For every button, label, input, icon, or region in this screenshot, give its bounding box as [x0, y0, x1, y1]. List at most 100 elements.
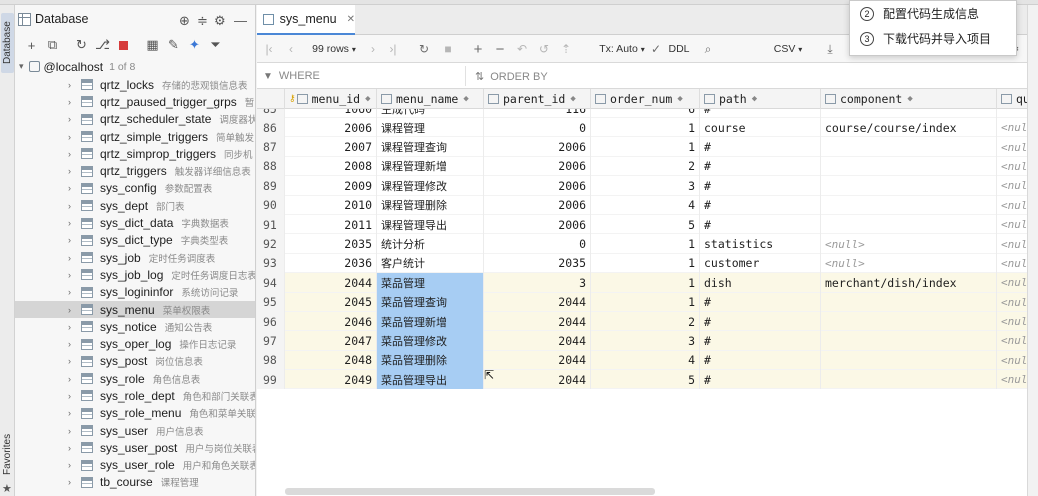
- grid-cell[interactable]: 2006: [484, 176, 591, 196]
- favorites-tool-tab[interactable]: Favorites: [1, 425, 14, 483]
- column-header[interactable]: path ◆: [700, 89, 821, 109]
- table-node[interactable]: › qrtz_locks 存储的悲观锁信息表: [15, 76, 255, 93]
- column-header[interactable]: component ◆: [821, 89, 997, 109]
- grid-cell[interactable]: #: [700, 195, 821, 215]
- grid-cell[interactable]: 2044: [484, 292, 591, 312]
- prev-page-icon[interactable]: ‹: [283, 39, 299, 59]
- grid-cell[interactable]: #: [700, 331, 821, 351]
- delete-row-icon[interactable]: −: [491, 39, 509, 59]
- table-view-icon[interactable]: ▦: [142, 35, 163, 55]
- grid-cell[interactable]: #: [700, 176, 821, 196]
- tx-mode-selector[interactable]: Tx: Auto ▾: [595, 39, 649, 59]
- grid-cell[interactable]: #: [700, 214, 821, 235]
- close-icon[interactable]: ✕: [347, 14, 355, 25]
- grid-cell[interactable]: 3: [591, 331, 700, 351]
- grid-cell[interactable]: [821, 176, 997, 196]
- grid-cell[interactable]: 菜品管理修改: [377, 331, 484, 351]
- refresh-icon[interactable]: ↻: [71, 35, 92, 55]
- rows-selector[interactable]: 99 rows ▾: [305, 39, 363, 59]
- export-format-selector[interactable]: CSV ▾: [771, 39, 805, 59]
- grid-cell[interactable]: 2048: [285, 350, 377, 371]
- grid-cell[interactable]: 2007: [285, 137, 377, 157]
- grid-cell[interactable]: [821, 214, 997, 235]
- table-node[interactable]: › sys_notice 通知公告表: [15, 318, 255, 335]
- search-icon[interactable]: ⌕: [699, 39, 717, 59]
- check-icon[interactable]: ✓: [649, 39, 663, 59]
- grid-cell[interactable]: [821, 156, 997, 177]
- grid-cell[interactable]: 课程管理: [377, 118, 484, 138]
- grid-cell[interactable]: customer: [700, 253, 821, 274]
- grid-cell[interactable]: #: [700, 350, 821, 371]
- table-node[interactable]: › sys_oper_log 操作日志记录: [15, 335, 255, 352]
- grid-cell[interactable]: merchant/dish/index: [821, 273, 997, 293]
- grid-cell[interactable]: 课程管理修改: [377, 176, 484, 196]
- order-by-filter[interactable]: ⇅ ORDER BY: [475, 70, 548, 84]
- grid-cell[interactable]: 2044: [484, 331, 591, 351]
- stop-icon[interactable]: [113, 35, 134, 55]
- grid-cell[interactable]: 2008: [285, 156, 377, 177]
- grid-cell[interactable]: 2006: [484, 214, 591, 235]
- table-row[interactable]: 97 2047 菜品管理修改 2044 3 # <nul: [257, 331, 1038, 351]
- grid-cell[interactable]: 2006: [285, 118, 377, 138]
- grid-cell[interactable]: [821, 350, 997, 371]
- where-filter[interactable]: ▼ WHERE: [263, 70, 320, 82]
- grid-cell[interactable]: <null>: [821, 253, 997, 274]
- edit-icon[interactable]: ✎: [163, 35, 184, 55]
- tab-sys-menu[interactable]: sys_menu ✕: [257, 5, 355, 35]
- grid-cell[interactable]: [821, 311, 997, 332]
- grid-cell[interactable]: #: [700, 311, 821, 332]
- grid-cell[interactable]: 1: [591, 273, 700, 293]
- globe-icon[interactable]: ⊕: [179, 13, 190, 29]
- grid-cell[interactable]: 课程管理删除: [377, 195, 484, 215]
- stop-icon[interactable]: ■: [439, 39, 457, 59]
- grid-cell[interactable]: 1: [591, 118, 700, 138]
- grid-cell[interactable]: course/course/index: [821, 118, 997, 138]
- first-page-icon[interactable]: |‹: [261, 39, 277, 59]
- column-header[interactable]: order_num ◆: [591, 89, 700, 109]
- grid-cell[interactable]: 2: [591, 311, 700, 332]
- grid-cell[interactable]: 2006: [484, 195, 591, 215]
- grid-cell[interactable]: <null>: [821, 234, 997, 254]
- grid-cell[interactable]: 生成代码: [377, 109, 484, 118]
- table-row[interactable]: 98 2048 菜品管理删除 2044 4 # <nul: [257, 350, 1038, 371]
- grid-cell[interactable]: [821, 195, 997, 215]
- grid-cell[interactable]: 课程管理查询: [377, 137, 484, 157]
- grid-cell[interactable]: #: [700, 109, 821, 118]
- grid-cell[interactable]: [821, 370, 997, 390]
- refresh-icon[interactable]: ↻: [415, 39, 433, 59]
- table-row[interactable]: 95 2045 菜品管理查询 2044 1 # <nul: [257, 292, 1038, 312]
- table-node[interactable]: › sys_user_role 用户和角色关联表: [15, 457, 255, 474]
- grid-cell[interactable]: #: [700, 292, 821, 312]
- grid-cell[interactable]: 1060: [285, 109, 377, 118]
- grid-cell[interactable]: #: [700, 156, 821, 177]
- grid-cell[interactable]: 0: [484, 118, 591, 138]
- jump-icon[interactable]: ✦: [184, 35, 205, 55]
- table-row[interactable]: 86 2006 课程管理 0 1 course course/course/index <nu…: [257, 118, 1038, 138]
- grid-cell[interactable]: 6: [591, 109, 700, 118]
- table-node[interactable]: › sys_user_post 用户与岗位关联表: [15, 439, 255, 456]
- grid-cell[interactable]: [821, 292, 997, 312]
- grid-cell[interactable]: 课程管理导出: [377, 214, 484, 235]
- table-row[interactable]: 90 2010 课程管理删除 2006 4 # <nul: [257, 195, 1038, 215]
- table-node[interactable]: › sys_dict_type 字典类型表: [15, 232, 255, 249]
- grid-cell[interactable]: 2035: [484, 253, 591, 274]
- grid-cell[interactable]: 1: [591, 253, 700, 274]
- table-node[interactable]: › sys_dict_data 字典数据表: [15, 214, 255, 231]
- grid-cell[interactable]: 2009: [285, 176, 377, 196]
- grid-cell[interactable]: 0: [484, 234, 591, 254]
- grid-cell[interactable]: 1: [591, 292, 700, 312]
- table-node[interactable]: › sys_user 用户信息表: [15, 422, 255, 439]
- popup-item[interactable]: 2 配置代码生成信息: [850, 1, 1016, 26]
- grid-cell[interactable]: 2045: [285, 292, 377, 312]
- revert-icon[interactable]: ↶: [513, 39, 531, 59]
- popup-item[interactable]: 3 下载代码并导入项目: [850, 26, 1016, 51]
- download-icon[interactable]: ⤓: [821, 39, 839, 59]
- add-row-icon[interactable]: +: [469, 39, 487, 59]
- grid-cell[interactable]: [821, 109, 997, 118]
- grid-cell[interactable]: 4: [591, 350, 700, 371]
- grid-cell[interactable]: 2006: [484, 137, 591, 157]
- grid-cell[interactable]: 菜品管理: [377, 273, 484, 293]
- table-row[interactable]: 88 2008 课程管理新增 2006 2 # <nul: [257, 156, 1038, 177]
- table-node[interactable]: › sys_role_dept 角色和部门关联表: [15, 387, 255, 404]
- table-row[interactable]: 87 2007 课程管理查询 2006 1 # <nul: [257, 137, 1038, 157]
